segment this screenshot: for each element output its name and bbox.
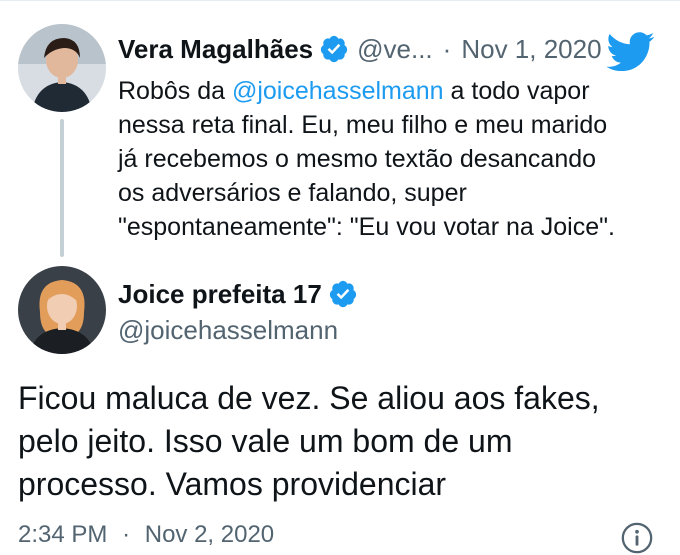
tweet-timestamp[interactable]: 2:34 PM · Nov 2, 2020 — [18, 521, 274, 549]
main-name-row: Joice prefeita 17 — [118, 277, 358, 311]
main-text-line: pelo jeito. Isso vale um bom de um — [18, 423, 513, 459]
info-icon[interactable] — [620, 521, 654, 555]
main-display-name[interactable]: Joice prefeita 17 — [118, 279, 322, 310]
mention-link[interactable]: @joicehasselmann — [232, 77, 444, 105]
tweet-date: Nov 2, 2020 — [144, 521, 275, 548]
verified-badge-icon — [329, 280, 356, 308]
main-text-line: Ficou maluca de vez. Se aliou aos fakes, — [18, 380, 600, 416]
quoted-date[interactable]: Nov 1, 2020 — [461, 34, 601, 65]
quoted-text-line: os adversários e falando, super — [118, 179, 467, 207]
tweet-time: 2:34 PM — [18, 521, 108, 548]
thread-line — [60, 119, 64, 257]
quoted-text-segment: a todo vapor — [443, 77, 590, 105]
verified-badge-icon — [320, 35, 348, 63]
main-text-line: processo. Vamos providenciar — [18, 466, 447, 502]
quoted-text-line: nessa reta final. Eu, meu filho e meu ma… — [118, 111, 608, 139]
twitter-bird-icon[interactable] — [607, 31, 655, 71]
quoted-display-name[interactable]: Vera Magalhães — [118, 34, 313, 65]
quoted-handle[interactable]: @ve... — [357, 34, 433, 65]
quoted-text-line: "espontaneamente": "Eu vou votar na Joic… — [118, 213, 615, 241]
quoted-tweet-text: Robôs da @joicehasselmann a todo vapor n… — [118, 74, 663, 244]
header-separator: · — [442, 33, 452, 64]
main-handle[interactable]: @joicehasselmann — [118, 315, 358, 346]
avatar-joice[interactable] — [18, 266, 106, 354]
avatar-vera[interactable] — [18, 24, 106, 112]
footer-separator: · — [122, 521, 131, 548]
main-tweet-header: Joice prefeita 17 @joicehasselmann — [118, 277, 358, 346]
quoted-text-line: Robôs da @joicehasselmann a todo vapor — [118, 74, 663, 108]
quoted-text-segment: Robôs da — [118, 77, 232, 105]
quoted-text-line: já recebemos o mesmo textão desancando — [118, 145, 597, 173]
main-tweet-text: Ficou maluca de vez. Se aliou aos fakes,… — [18, 377, 658, 506]
quoted-tweet-header: Vera Magalhães @ve... · Nov 1, 2020 — [118, 31, 602, 67]
tweet-card: Vera Magalhães @ve... · Nov 1, 2020 Robô… — [0, 0, 680, 555]
